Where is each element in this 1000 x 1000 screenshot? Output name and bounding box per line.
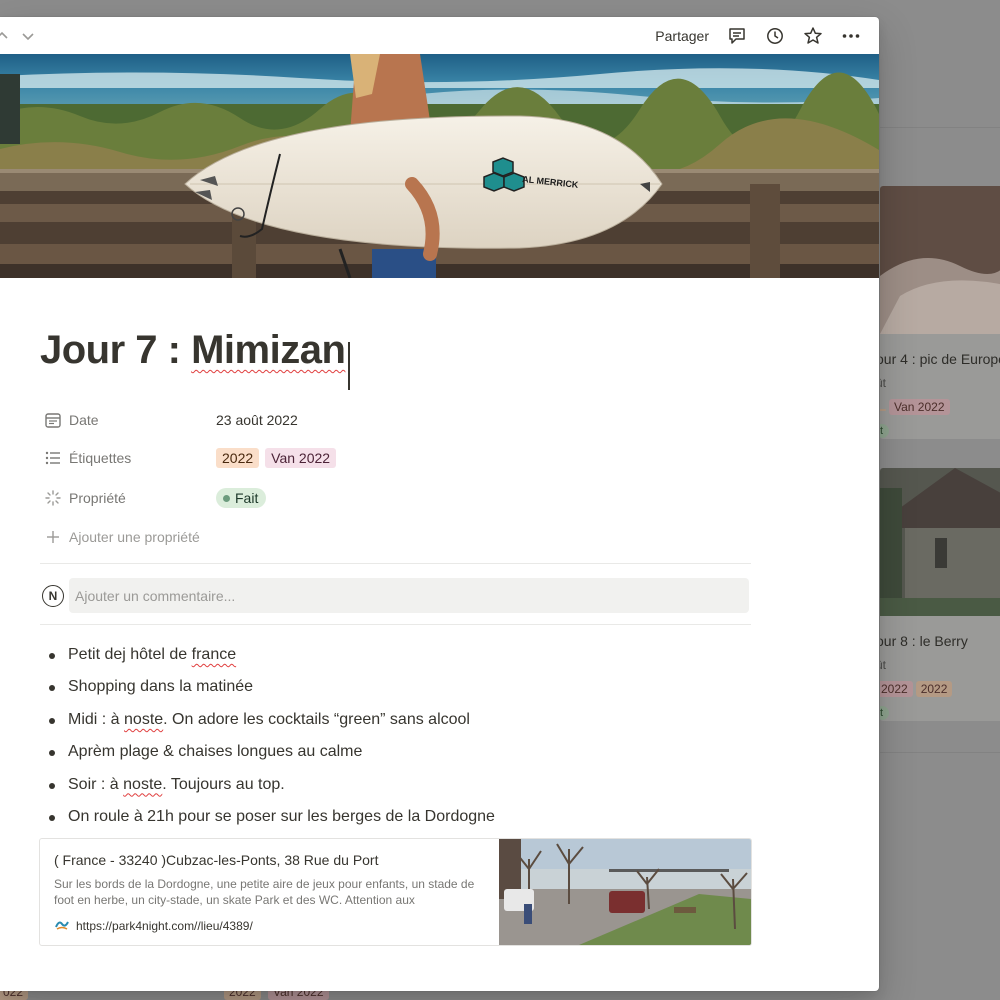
list-item-text: Midi : à — [68, 710, 125, 728]
page-title-word: Mimizan — [191, 328, 346, 372]
property-tags[interactable]: Étiquettes — [44, 446, 131, 470]
share-button[interactable]: Partager — [655, 28, 709, 44]
page-title[interactable]: Jour 7 : Mimizan — [40, 328, 346, 373]
park4night-favicon-icon — [54, 916, 70, 935]
misspelled-word: france — [191, 646, 237, 663]
property-tags-value[interactable]: 2022 Van 2022 — [216, 446, 337, 470]
chevron-down-icon[interactable] — [20, 28, 36, 44]
list-item-text: . Toujours au top. — [162, 775, 285, 793]
misspelled-word: noste — [124, 710, 164, 728]
add-property-label: Ajouter une propriété — [69, 529, 200, 545]
comment-input[interactable]: Ajouter un commentaire... — [69, 578, 749, 613]
property-status[interactable]: Propriété — [44, 486, 126, 510]
property-label: Propriété — [69, 490, 126, 506]
cover-surfer-image: AL MERRICK — [0, 54, 879, 278]
bookmark-thumbnail-image — [499, 839, 751, 945]
list-item[interactable]: Midi : à noste. On adore les cocktails “… — [48, 706, 495, 738]
list-item-text: Soir : à — [68, 775, 124, 793]
plus-icon — [44, 528, 62, 546]
list-item[interactable]: Shopping dans la matinée — [48, 673, 495, 705]
bookmark-url: https://park4night.com//lieu/4389/ — [76, 918, 253, 933]
status-label: Fait — [235, 490, 259, 506]
comments-icon[interactable] — [727, 26, 747, 46]
card-title: our 4 : pic de Europe — [880, 351, 1000, 367]
more-options-icon[interactable] — [841, 26, 861, 46]
page-navigation — [0, 28, 36, 44]
board-divider — [880, 752, 1000, 753]
list-item[interactable]: Soir : à noste. Toujours au top. — [48, 771, 495, 803]
page-topbar: Partager — [0, 17, 879, 54]
card-cover-image — [880, 186, 1000, 334]
page-title-prefix: Jour 7 : — [40, 328, 192, 372]
text-cursor — [348, 342, 350, 390]
card-tag: 2022 — [915, 681, 953, 697]
card-tags: 2022 2022 — [880, 672, 1000, 698]
history-clock-icon[interactable] — [765, 26, 785, 46]
bookmark-description: Sur les bords de la Dordogne, une petite… — [54, 877, 475, 907]
divider — [40, 624, 751, 625]
card-tag: 2022 — [880, 681, 913, 697]
property-status-value[interactable]: Fait — [216, 486, 267, 510]
list-item[interactable]: On roule à 21h pour se poser sur les ber… — [48, 803, 495, 835]
page-cover-image[interactable]: AL MERRICK — [0, 54, 879, 278]
property-label: Date — [69, 412, 99, 428]
misspelled-word: noste — [123, 775, 163, 793]
calendar-icon — [44, 411, 62, 429]
card-date: ût — [880, 376, 887, 390]
chevron-up-icon[interactable] — [0, 28, 10, 44]
tag-van-2022: Van 2022 — [265, 448, 337, 468]
list-item[interactable]: Aprèm plage & chaises longues au calme — [48, 738, 495, 770]
page-actions: Partager — [655, 26, 871, 46]
status-badge: Fait — [216, 488, 267, 508]
card-title: our 8 : le Berry — [880, 633, 968, 649]
page-modal: Partager AL MERRICK Jour 7: Mimizan Dat… — [0, 17, 879, 991]
list-item-text: Shopping dans la matinée — [68, 678, 254, 696]
card-tag: Van 2022 — [889, 399, 950, 415]
bulleted-list: Petit dej hôtel de france Shopping dans … — [48, 641, 495, 835]
list-item-text: . On adore les cocktails “green” sans al… — [163, 710, 470, 728]
bookmark-url-row: https://park4night.com//lieu/4389/ — [54, 916, 485, 935]
property-date[interactable]: Date — [44, 408, 99, 432]
user-avatar: N — [42, 585, 64, 607]
card-status: t — [880, 706, 890, 720]
list-item-text: Petit dej hôtel de — [68, 646, 192, 663]
list-item[interactable]: Petit dej hôtel de france — [48, 641, 495, 673]
property-label: Étiquettes — [69, 450, 132, 466]
add-property-button[interactable]: Ajouter une propriété — [44, 528, 200, 546]
list-item-text: On roule à 21h pour se poser sur les ber… — [68, 807, 495, 825]
list-icon — [44, 449, 62, 467]
divider — [40, 563, 751, 564]
board-divider — [880, 127, 1000, 128]
bookmark-title: ( France - 33240 )Cubzac-les-Ponts, 38 R… — [54, 852, 379, 868]
bookmark-text: ( France - 33240 )Cubzac-les-Ponts, 38 R… — [40, 839, 499, 945]
web-bookmark[interactable]: ( France - 33240 )Cubzac-les-Ponts, 38 R… — [39, 838, 752, 946]
card-tags: Van 2022 — [880, 390, 1000, 416]
card-status: t — [880, 424, 890, 438]
card-tag — [880, 409, 886, 411]
list-item-text: Aprèm plage & chaises longues au calme — [68, 743, 363, 761]
card-date: ût — [880, 658, 887, 672]
status-loader-icon — [44, 489, 62, 507]
board-card-jour-4[interactable]: our 4 : pic de Europe ût Van 2022 t — [880, 186, 1000, 439]
favorite-star-icon[interactable] — [803, 26, 823, 46]
board-card-jour-8[interactable]: our 8 : le Berry ût 20222022 t — [880, 468, 1000, 721]
comment-bar: N Ajouter un commentaire... — [40, 578, 751, 614]
status-dot — [223, 494, 230, 502]
tag-2022: 2022 — [216, 448, 260, 468]
card-cover-image — [880, 468, 1000, 616]
property-date-value[interactable]: 23 août 2022 — [216, 408, 298, 432]
